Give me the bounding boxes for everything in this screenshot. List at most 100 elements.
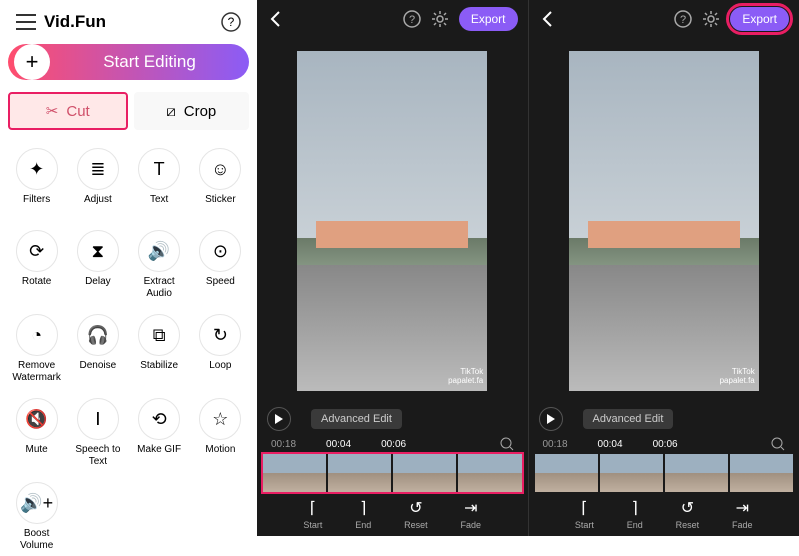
sidebar-header: Vid.Fun ?: [8, 8, 249, 36]
time-marker: 00:06: [653, 439, 678, 450]
tool-make-gif[interactable]: ⟲Make GIF: [131, 394, 188, 472]
start-icon: ⌈: [310, 498, 316, 518]
start-editing-label: Start Editing: [50, 52, 249, 72]
timeline-thumbnails[interactable]: [263, 454, 522, 492]
timeline-thumbnails[interactable]: [535, 454, 794, 492]
export-button[interactable]: Export: [730, 7, 789, 31]
mute-icon: 🔇: [16, 398, 58, 440]
editor-panel-left: ? Export TikTokpapalet.fa Advanced Edit …: [257, 0, 528, 536]
zoom-icon[interactable]: [771, 437, 785, 451]
trim-label: Fade: [461, 520, 482, 530]
tab-crop[interactable]: ⧄ Crop: [134, 92, 250, 130]
tool-denoise[interactable]: 🎧Denoise: [69, 310, 126, 388]
tool-delay[interactable]: ⧗ Delay: [69, 226, 126, 304]
tool-speech-to-text[interactable]: ⅠSpeech to Text: [69, 394, 126, 472]
tool-label: Delay: [85, 276, 111, 298]
adjust-icon: ≣: [77, 148, 119, 190]
tool-loop[interactable]: ↻Loop: [192, 310, 249, 388]
clip-duration: 00:18: [543, 439, 568, 450]
editor-area: ? Export TikTokpapalet.fa Advanced Edit …: [257, 0, 799, 536]
rotate-icon: ⟳: [16, 230, 58, 272]
boost-volume-icon: 🔊+: [16, 482, 58, 524]
back-icon[interactable]: [267, 10, 285, 28]
tool-label: Boost Volume: [8, 528, 65, 552]
tool-stabilize[interactable]: ⧉Stabilize: [131, 310, 188, 388]
filters-icon: ✦: [16, 148, 58, 190]
clip-duration: 00:18: [271, 439, 296, 450]
trim-reset[interactable]: ↺ Reset: [676, 498, 700, 530]
make-gif-icon: ⟲: [138, 398, 180, 440]
zoom-icon[interactable]: [500, 437, 514, 451]
svg-text:?: ?: [680, 14, 686, 26]
trim-fade[interactable]: ⇥ Fade: [732, 498, 753, 530]
back-icon[interactable]: [539, 10, 557, 28]
watermark: TikTokpapalet.fa: [448, 367, 483, 385]
reset-icon: ↺: [409, 498, 422, 518]
video-canvas[interactable]: TikTokpapalet.fa: [297, 51, 487, 391]
trim-label: Reset: [676, 520, 700, 530]
menu-icon[interactable]: [16, 13, 36, 31]
trim-end[interactable]: ⌉End: [627, 498, 643, 530]
trim-label: Start: [575, 520, 594, 530]
tool-sticker[interactable]: ☺Sticker: [192, 144, 249, 220]
settings-icon[interactable]: [702, 10, 720, 28]
help-icon[interactable]: ?: [221, 12, 241, 32]
advanced-edit-button[interactable]: Advanced Edit: [311, 409, 402, 429]
trim-reset[interactable]: ↺ Reset: [404, 498, 428, 530]
tool-adjust[interactable]: ≣Adjust: [69, 144, 126, 220]
editor-topbar: ? Export: [257, 0, 528, 38]
trim-start[interactable]: ⌈Start: [575, 498, 594, 530]
tool-speed[interactable]: ⊙Speed: [192, 226, 249, 304]
trim-label: End: [355, 520, 371, 530]
tool-rotate[interactable]: ⟳Rotate: [8, 226, 65, 304]
start-editing-button[interactable]: + Start Editing: [8, 44, 249, 80]
tool-boost-volume[interactable]: 🔊+ Boost Volume: [8, 478, 65, 556]
tool-label: Sticker: [205, 194, 236, 216]
video-canvas[interactable]: TikTokpapalet.fa: [569, 51, 759, 391]
settings-icon[interactable]: [431, 10, 449, 28]
trim-start[interactable]: ⌈ Start: [303, 498, 322, 530]
fade-icon: ⇥: [464, 498, 477, 518]
trim-label: Reset: [404, 520, 428, 530]
play-button[interactable]: [539, 407, 563, 431]
trim-label: Fade: [732, 520, 753, 530]
denoise-icon: 🎧: [77, 314, 119, 356]
fade-icon: ⇥: [736, 498, 749, 518]
tool-label: Speech to Text: [69, 444, 126, 468]
app-title: Vid.Fun: [44, 12, 213, 32]
tool-motion[interactable]: ☆Motion: [192, 394, 249, 472]
tool-text[interactable]: TText: [131, 144, 188, 220]
delay-icon: ⧗: [77, 230, 119, 272]
tab-cut[interactable]: ✂ Cut: [8, 92, 128, 130]
help-icon[interactable]: ?: [403, 10, 421, 28]
timeline-ruler: 00:18 00:04 00:06: [257, 434, 528, 454]
tool-filters[interactable]: ✦ Filters: [8, 144, 65, 220]
trim-end[interactable]: ⌉End: [355, 498, 371, 530]
svg-text:?: ?: [228, 15, 235, 29]
tool-mute[interactable]: 🔇 Mute: [8, 394, 65, 472]
tab-cut-label: Cut: [66, 103, 89, 120]
tool-label: Remove Watermark: [8, 360, 65, 384]
trim-label: Start: [303, 520, 322, 530]
trim-fade[interactable]: ⇥ Fade: [461, 498, 482, 530]
video-preview: TikTokpapalet.fa: [257, 38, 528, 404]
mode-tabs: ✂ Cut ⧄ Crop: [8, 92, 249, 130]
tool-extract-audio[interactable]: 🔊Extract Audio: [131, 226, 188, 304]
tool-label: Filters: [23, 194, 50, 216]
end-icon: ⌉: [632, 498, 638, 518]
export-button[interactable]: Export: [459, 7, 518, 31]
remove-watermark-icon: ◔: [16, 314, 58, 356]
help-icon[interactable]: ?: [674, 10, 692, 28]
tool-remove-watermark[interactable]: ◔ Remove Watermark: [8, 310, 65, 388]
extract-audio-icon: 🔊: [138, 230, 180, 272]
time-marker: 00:04: [598, 439, 623, 450]
scissors-icon: ✂: [46, 102, 59, 120]
reset-icon: ↺: [681, 498, 694, 518]
stabilize-icon: ⧉: [138, 314, 180, 356]
advanced-edit-button[interactable]: Advanced Edit: [583, 409, 674, 429]
control-row: Advanced Edit: [257, 404, 528, 434]
play-button[interactable]: [267, 407, 291, 431]
video-preview: TikTokpapalet.fa: [529, 38, 799, 404]
tool-label: Loop: [209, 360, 231, 382]
tool-label: Mute: [26, 444, 48, 466]
